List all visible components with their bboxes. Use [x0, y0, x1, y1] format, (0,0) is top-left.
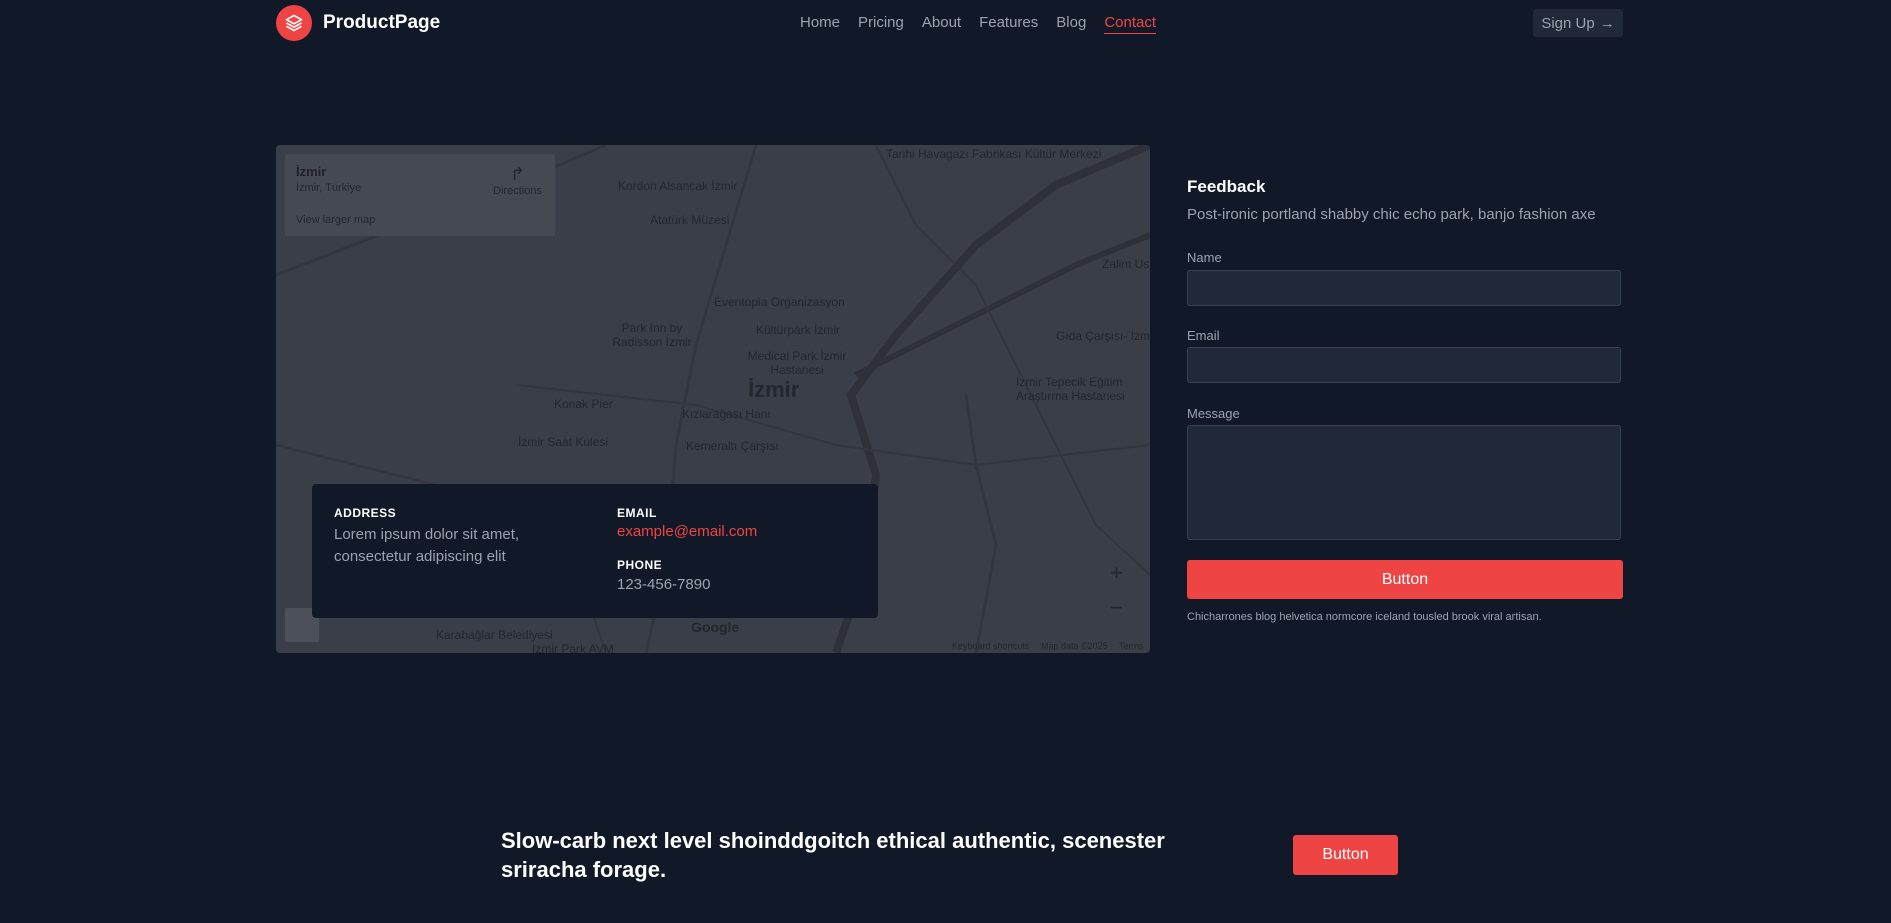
contact-info-card: ADDRESS Lorem ipsum dolor sit amet, cons… [312, 484, 878, 618]
map-poi-label: Kızlarağası Hanı [682, 407, 771, 421]
view-larger-map-link[interactable]: View larger map [296, 214, 375, 226]
nav-pricing[interactable]: Pricing [858, 13, 904, 34]
nav-about[interactable]: About [922, 13, 961, 34]
map-poi-label: İzmir Park AVM [532, 642, 614, 653]
map-poi-label: Kültürpark İzmir [756, 323, 841, 337]
map-poi-label: Medical Park İzmir Hastanesi [747, 349, 847, 377]
brand-name: ProductPage [323, 12, 441, 33]
zoom-in-icon[interactable]: + [1110, 560, 1123, 586]
zoom-out-icon[interactable]: − [1110, 595, 1123, 621]
email-label: Email [1187, 328, 1220, 343]
map-place-card: İzmir İzmir, Türkiye View larger map ↱ D… [285, 154, 555, 236]
address-line-2: consectetur adipiscing elit [334, 548, 506, 565]
phone-number: 123-456-7890 [617, 576, 711, 593]
sign-up-button[interactable]: Sign Up → [1533, 9, 1623, 37]
address-line-1: Lorem ipsum dolor sit amet, [334, 526, 520, 543]
arrow-right-icon: → [1599, 14, 1615, 32]
map-poi-label: Zalim Us [1102, 257, 1150, 271]
name-label: Name [1187, 250, 1222, 265]
name-input[interactable] [1187, 270, 1621, 306]
directions-label: Directions [493, 185, 542, 197]
cta-text: Slow-carb next level shoinddgoitch ethic… [501, 828, 1165, 882]
address-heading: ADDRESS [334, 506, 397, 520]
map-poi-label: Kemeraltı Çarşısı [686, 439, 779, 453]
directions-icon: ↱ [509, 164, 526, 184]
feedback-description: Post-ironic portland shabby chic echo pa… [1187, 206, 1596, 223]
map-data-text: Map data ©2025 [1041, 641, 1108, 651]
map-place-title: İzmir [296, 164, 327, 179]
main-nav: Home Pricing About Features Blog Contact [800, 13, 1174, 34]
map-city-label: İzmir [748, 377, 800, 402]
nav-blog[interactable]: Blog [1056, 13, 1086, 34]
nav-home[interactable]: Home [800, 13, 840, 34]
nav-contact[interactable]: Contact [1104, 13, 1157, 34]
map-poi-label: İzmir Saat Kulesi [518, 435, 609, 449]
directions-button[interactable]: ↱ Directions [490, 164, 545, 197]
map-poi-label: Eventopia Organizasyon [714, 295, 845, 309]
nav-features[interactable]: Features [979, 13, 1038, 34]
terms-link[interactable]: Terms [1119, 641, 1144, 651]
feedback-title: Feedback [1187, 177, 1266, 196]
email-heading: EMAIL [617, 506, 657, 520]
map-poi-label: Konak Pier [554, 397, 613, 411]
phone-heading: PHONE [617, 558, 663, 572]
sign-up-label: Sign Up [1541, 14, 1595, 32]
map-poi-label: Kordon Alsancak İzmir [618, 179, 738, 193]
email-link[interactable]: example@email.com [617, 523, 757, 540]
map-poi-label: Tarihi Havagazı Fabrikası Kültür Merkezi [886, 147, 1102, 161]
map-place-subtitle: İzmir, Türkiye [296, 182, 362, 194]
map-poi-label: İzmir Tepecik Eğitim Araştırma Hastanesi [1016, 375, 1125, 403]
feedback-note: Chicharrones blog helvetica normcore ice… [1187, 611, 1542, 623]
submit-button[interactable]: Button [1187, 560, 1623, 599]
layers-icon [276, 5, 312, 41]
map-poi-label: Karabağlar Belediyesi [436, 628, 553, 642]
message-label: Message [1187, 406, 1240, 421]
brand-logo[interactable]: ProductPage [276, 5, 440, 41]
map-poi-label: Gıda Çarşısı- İzmir [1056, 329, 1150, 343]
google-logo: Google [691, 619, 740, 635]
map-poi-label: Park Inn by Radisson İzmir [612, 321, 692, 349]
keyboard-shortcuts-link[interactable]: Keyboard shortcuts [952, 641, 1030, 651]
message-textarea[interactable] [1187, 425, 1621, 540]
email-input[interactable] [1187, 347, 1621, 383]
cta-button[interactable]: Button [1293, 835, 1398, 875]
map-poi-label: Atatürk Müzesi [650, 213, 730, 227]
